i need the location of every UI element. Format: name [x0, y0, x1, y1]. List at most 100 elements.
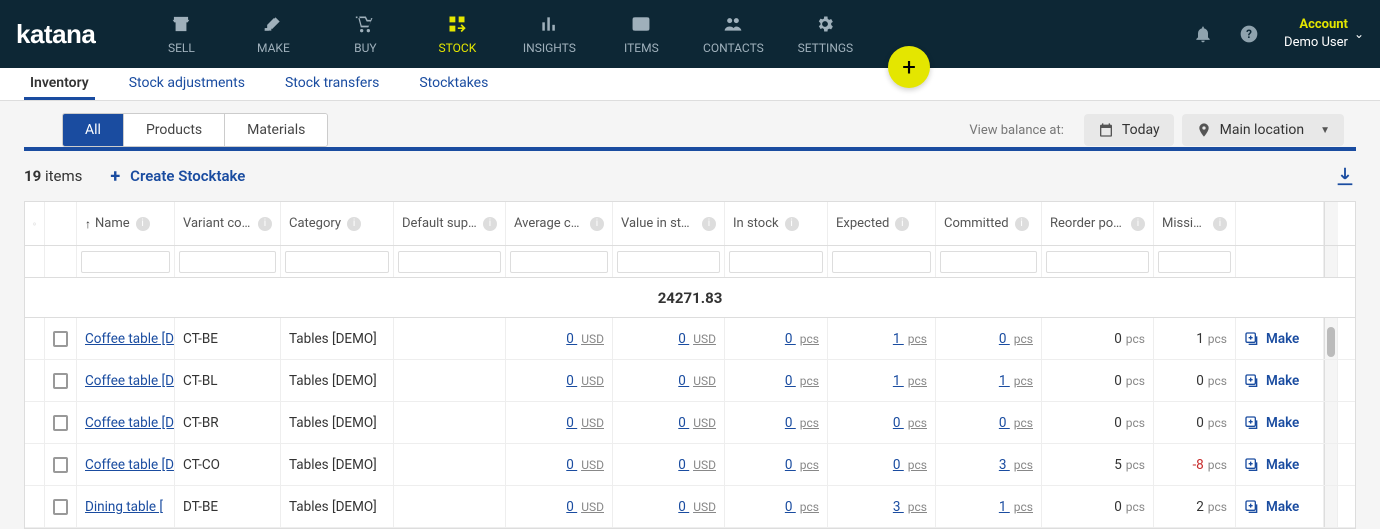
filter-valstock[interactable]	[617, 251, 720, 273]
brand-logo[interactable]: katana	[16, 19, 95, 50]
info-icon[interactable]: i	[590, 217, 604, 231]
cell[interactable]: 0 USD	[506, 486, 613, 527]
fab-add-button[interactable]: +	[888, 46, 930, 88]
cell[interactable]: 0 pcs	[936, 318, 1042, 359]
row-checkbox[interactable]	[53, 457, 68, 473]
col-category[interactable]: Categoryi	[281, 202, 394, 245]
col-in-stock[interactable]: In stocki	[725, 202, 828, 245]
row-checkbox[interactable]	[53, 499, 68, 515]
subtab-stock-transfers[interactable]: Stock transfers	[279, 68, 385, 100]
cell[interactable]: 0 USD	[506, 402, 613, 443]
make-button[interactable]: Make	[1244, 499, 1299, 515]
nav-contacts[interactable]: CONTACTS	[687, 0, 779, 68]
cell[interactable]: 3 pcs	[936, 444, 1042, 485]
info-icon[interactable]: i	[1213, 217, 1227, 231]
filter-reorder[interactable]	[1046, 251, 1149, 273]
cell[interactable]: 0 pcs	[936, 402, 1042, 443]
item-name-link[interactable]: Coffee table [D	[77, 318, 175, 359]
cell[interactable]: 1 pcs	[828, 360, 936, 401]
nav-settings[interactable]: SETTINGS	[779, 0, 871, 68]
scrollbar-thumb[interactable]	[1327, 327, 1335, 357]
make-button[interactable]: Make	[1244, 373, 1299, 389]
notifications-icon[interactable]	[1192, 23, 1214, 45]
cell[interactable]: 0 USD	[613, 444, 725, 485]
info-icon[interactable]: i	[483, 217, 497, 231]
nav-stock[interactable]: STOCK	[411, 0, 503, 68]
item-name-link[interactable]: Dining table [	[77, 486, 175, 527]
info-icon[interactable]: i	[702, 217, 716, 231]
info-icon[interactable]: i	[895, 217, 909, 231]
info-icon[interactable]: i	[136, 217, 150, 231]
filter-committed[interactable]	[940, 251, 1037, 273]
col-expected[interactable]: Expectedi	[828, 202, 936, 245]
filter-category[interactable]	[285, 251, 389, 273]
col-average-cost[interactable]: Average costi	[506, 202, 613, 245]
cell[interactable]: 3 pcs	[828, 486, 936, 527]
cell[interactable]: 1 pcs	[936, 360, 1042, 401]
filter-supplier[interactable]	[398, 251, 501, 273]
info-icon[interactable]: i	[1131, 217, 1145, 231]
cell[interactable]: 0 pcs	[725, 444, 828, 485]
nav-insights[interactable]: INSIGHTS	[503, 0, 595, 68]
cell[interactable]: 0 pcs	[828, 402, 936, 443]
filter-missing[interactable]	[1158, 251, 1231, 273]
cell[interactable]: 0 pcs	[725, 402, 828, 443]
chevron-down-icon[interactable]: ⌄	[1354, 27, 1364, 41]
filter-avg[interactable]	[510, 251, 608, 273]
make-button[interactable]: Make	[1244, 331, 1299, 347]
item-name-link[interactable]: Coffee table [D	[77, 444, 175, 485]
info-icon[interactable]: i	[1015, 217, 1029, 231]
cell[interactable]: 0 USD	[506, 360, 613, 401]
col-default-supplier[interactable]: Default supp…i	[394, 202, 506, 245]
cell[interactable]: 0 pcs	[828, 444, 936, 485]
subtab-stocktakes[interactable]: Stocktakes	[413, 68, 494, 100]
scrollbar[interactable]	[1324, 202, 1338, 245]
cell[interactable]: 0 pcs	[725, 360, 828, 401]
make-button[interactable]: Make	[1244, 457, 1299, 473]
viewtab-materials[interactable]: Materials	[225, 114, 327, 146]
info-icon[interactable]: i	[347, 217, 361, 231]
info-icon[interactable]: i	[785, 217, 799, 231]
filter-name[interactable]	[81, 251, 170, 273]
subtab-stock-adjustments[interactable]: Stock adjustments	[123, 68, 251, 100]
download-icon[interactable]	[1334, 165, 1356, 187]
date-chip[interactable]: Today	[1084, 114, 1174, 146]
row-checkbox[interactable]	[53, 373, 68, 389]
make-button[interactable]: Make	[1244, 415, 1299, 431]
filter-instock[interactable]	[729, 251, 823, 273]
nav-sell[interactable]: SELL	[135, 0, 227, 68]
cell[interactable]: 0 pcs	[725, 318, 828, 359]
location-chip[interactable]: Main location ▼	[1182, 114, 1344, 146]
nav-items[interactable]: ITEMS	[595, 0, 687, 68]
row-checkbox[interactable]	[53, 415, 68, 431]
cell[interactable]: 0 USD	[613, 360, 725, 401]
cell[interactable]: 0 USD	[506, 444, 613, 485]
viewtab-all[interactable]: All	[63, 114, 124, 146]
item-name-link[interactable]: Coffee table [D	[77, 402, 175, 443]
cell[interactable]: 0 pcs	[725, 486, 828, 527]
item-name-link[interactable]: Coffee table [D	[77, 360, 175, 401]
filter-expected[interactable]	[832, 251, 931, 273]
col-missing[interactable]: Missin…i	[1154, 202, 1236, 245]
viewtab-products[interactable]: Products	[124, 114, 225, 146]
col-variant-code[interactable]: Variant cod…i	[175, 202, 281, 245]
cell[interactable]: 0 USD	[613, 402, 725, 443]
cell[interactable]: 1 pcs	[936, 486, 1042, 527]
account-menu[interactable]: Account Demo User	[1284, 16, 1348, 51]
help-icon[interactable]: ?	[1238, 23, 1260, 45]
col-committed[interactable]: Committedi	[936, 202, 1042, 245]
cell[interactable]: 0 USD	[506, 318, 613, 359]
cell[interactable]: 1 pcs	[828, 318, 936, 359]
subtab-inventory[interactable]: Inventory	[24, 68, 95, 100]
nav-make[interactable]: MAKE	[227, 0, 319, 68]
col-reorder-point[interactable]: Reorder pointi	[1042, 202, 1154, 245]
col-value-in-stock[interactable]: Value in sto…i	[613, 202, 725, 245]
cell[interactable]: 0 USD	[613, 318, 725, 359]
create-stocktake-button[interactable]: + Create Stocktake	[110, 166, 245, 187]
info-icon[interactable]: i	[258, 217, 272, 231]
row-checkbox[interactable]	[53, 331, 68, 347]
filter-variant[interactable]	[179, 251, 276, 273]
nav-buy[interactable]: BUY	[319, 0, 411, 68]
cell[interactable]: 0 USD	[613, 486, 725, 527]
col-name[interactable]: ↑Namei	[77, 202, 175, 245]
